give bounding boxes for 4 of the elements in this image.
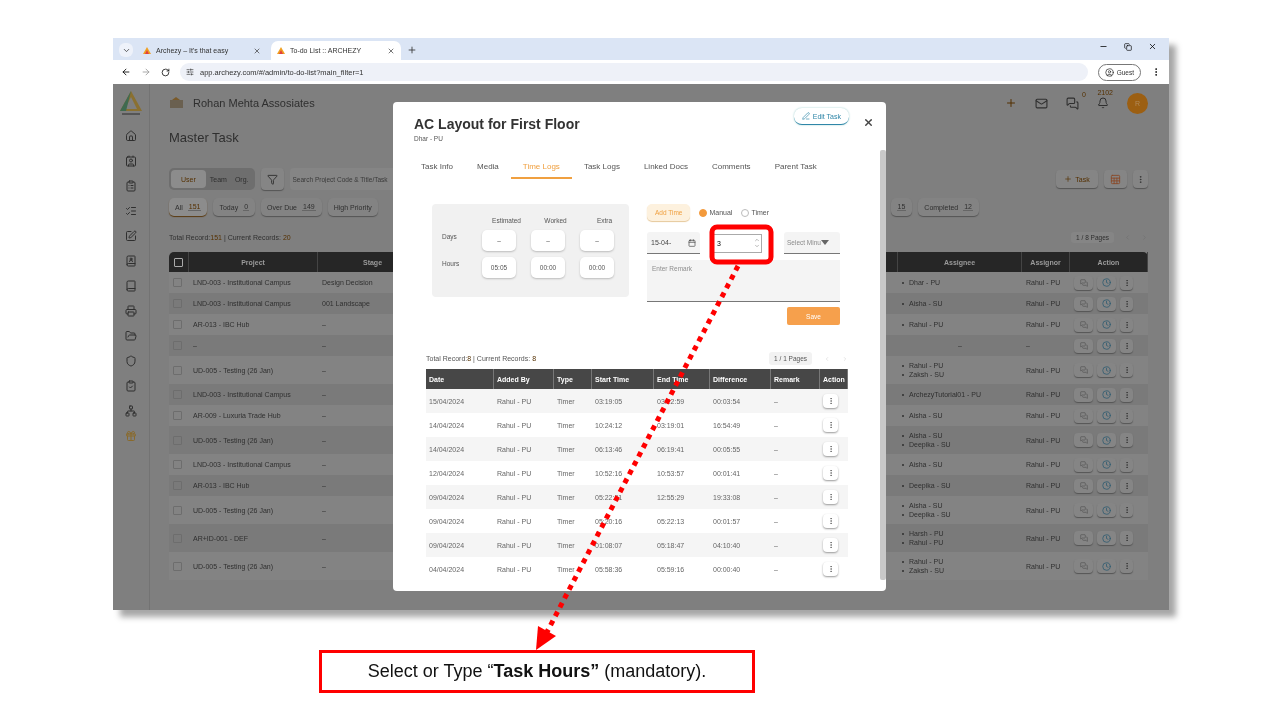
page-title: Master Task bbox=[169, 130, 239, 145]
instruction-text: Select or Type “Task Hours” (mandatory). bbox=[367, 661, 707, 682]
company-name: Rohan Mehta Assosiates bbox=[193, 97, 315, 109]
dialog-title: AC Layout for First Floor bbox=[414, 116, 580, 132]
